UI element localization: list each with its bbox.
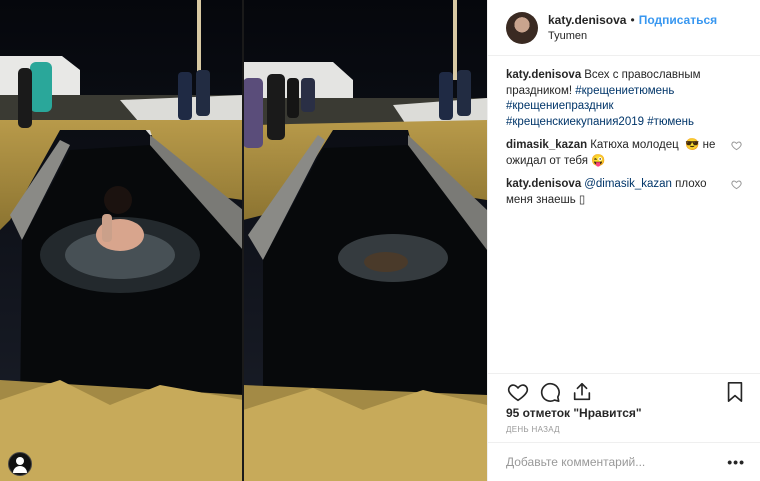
like-button[interactable]	[504, 378, 532, 406]
avatar[interactable]	[506, 11, 538, 44]
location-link[interactable]: Tyumen	[548, 28, 717, 44]
post-time[interactable]: ДЕНЬ НАЗАД	[506, 425, 560, 434]
more-options-button[interactable]: •••	[727, 454, 745, 470]
share-icon	[573, 382, 591, 400]
comment-like-icon[interactable]	[731, 179, 742, 190]
add-comment-bar: •••	[488, 442, 760, 481]
profile-icon[interactable]	[8, 452, 32, 476]
comment-username[interactable]: dimasik_kazan	[506, 139, 587, 151]
comment-username[interactable]: katy.denisova	[506, 69, 581, 81]
comment-username[interactable]: katy.denisova	[506, 178, 581, 190]
comment-icon	[540, 382, 560, 402]
photo-right-illustration	[243, 0, 487, 481]
post-header: katy.denisova • Подписаться Tyumen	[488, 0, 760, 56]
photo-right-pane	[243, 0, 487, 481]
add-comment-input[interactable]	[506, 455, 728, 469]
header-line: katy.denisova • Подписаться	[548, 12, 717, 28]
comment-button[interactable]	[536, 378, 564, 406]
likes-count[interactable]: 95 отметок "Нравится"	[506, 406, 642, 420]
comment-item: katy.denisova @dimasik_kazan плохо меня з…	[506, 177, 742, 208]
dot-separator: •	[630, 12, 635, 27]
heart-icon	[507, 383, 529, 401]
comment-item: dimasik_kazan Катюха молодец ⁣⁣ 😎 не ожид…	[506, 138, 742, 169]
comment-like-icon[interactable]	[731, 140, 742, 151]
save-button[interactable]	[721, 378, 749, 406]
bookmark-icon	[727, 381, 743, 402]
post-panel: katy.denisova • Подписаться Tyumen katy.de…	[487, 0, 760, 481]
post-photo[interactable]	[0, 0, 487, 481]
post-actions	[488, 373, 760, 405]
share-button[interactable]	[568, 378, 596, 406]
comment-mention[interactable]: @dimasik_kazan	[584, 178, 672, 190]
photo-left-illustration	[0, 0, 243, 481]
photo-left-pane	[0, 0, 243, 481]
comments-list: katy.denisova Всех с православным праздни…	[488, 56, 760, 355]
header-text: katy.denisova • Подписаться Tyumen	[548, 12, 717, 44]
author-username[interactable]: katy.denisova	[548, 13, 626, 27]
follow-button[interactable]: Подписаться	[639, 13, 717, 27]
photo-divider	[242, 0, 244, 481]
comment-item: katy.denisova Всех с православным праздни…	[506, 68, 742, 130]
